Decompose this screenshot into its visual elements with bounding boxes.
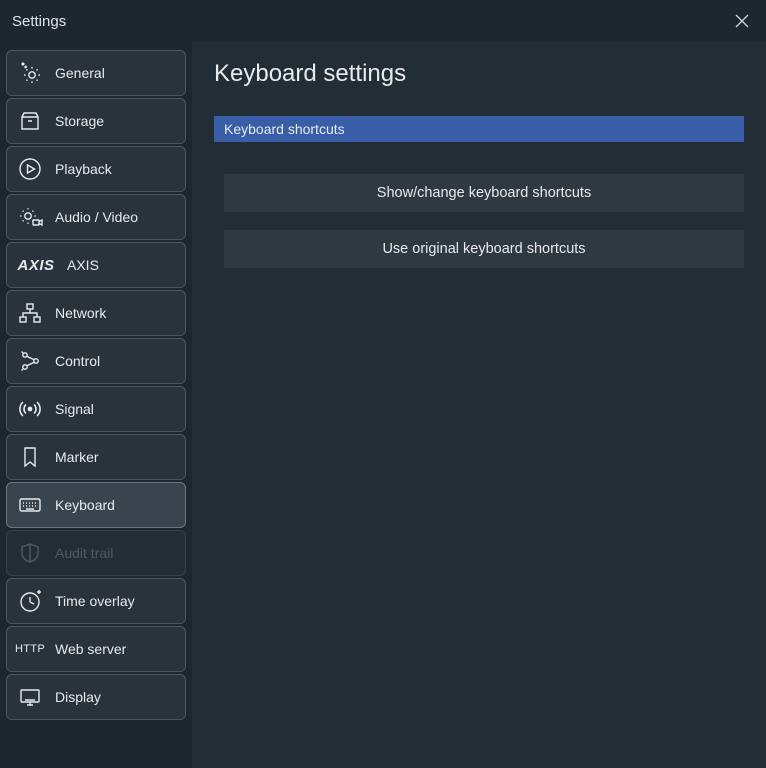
sidebar-item-audio-video[interactable]: Audio / Video — [6, 194, 186, 240]
close-icon — [735, 14, 749, 28]
sidebar-item-time-overlay[interactable]: Time overlay — [6, 578, 186, 624]
sidebar-item-web-server[interactable]: HTTP Web server — [6, 626, 186, 672]
window-title: Settings — [12, 13, 66, 30]
keyboard-icon — [15, 490, 45, 520]
sidebar-item-label: Audio / Video — [55, 209, 138, 225]
http-icon: HTTP — [15, 634, 45, 664]
sidebar-item-axis[interactable]: AXIS AXIS — [6, 242, 186, 288]
sidebar-item-marker[interactable]: Marker — [6, 434, 186, 480]
sidebar-item-playback[interactable]: Playback — [6, 146, 186, 192]
storage-box-icon — [15, 106, 45, 136]
gear-sparkle-icon — [15, 58, 45, 88]
sidebar-item-general[interactable]: General — [6, 50, 186, 96]
sidebar-item-storage[interactable]: Storage — [6, 98, 186, 144]
sidebar-item-label: Display — [55, 689, 101, 705]
bookmark-icon — [15, 442, 45, 472]
sidebar-item-label: Marker — [55, 449, 99, 465]
sidebar: General Storage Playback — [0, 42, 192, 768]
sidebar-item-audit-trail: Audit trail — [6, 530, 186, 576]
axis-logo-icon: AXIS — [15, 250, 57, 280]
sidebar-item-network[interactable]: Network — [6, 290, 186, 336]
sidebar-item-label: Storage — [55, 113, 104, 129]
sidebar-item-label: Signal — [55, 401, 94, 417]
signal-icon — [15, 394, 45, 424]
use-original-shortcuts-button[interactable]: Use original keyboard shortcuts — [224, 230, 744, 268]
content-panel: Keyboard settings Keyboard shortcuts Sho… — [192, 42, 766, 768]
sidebar-item-label: Keyboard — [55, 497, 115, 513]
http-text: HTTP — [15, 643, 45, 655]
sidebar-item-keyboard[interactable]: Keyboard — [6, 482, 186, 528]
control-nodes-icon — [15, 346, 45, 376]
sidebar-item-label: Web server — [55, 641, 126, 657]
play-icon — [15, 154, 45, 184]
sidebar-item-label: Time overlay — [55, 593, 135, 609]
show-change-shortcuts-button[interactable]: Show/change keyboard shortcuts — [224, 174, 744, 212]
close-button[interactable] — [730, 9, 754, 33]
sidebar-item-display[interactable]: Display — [6, 674, 186, 720]
sidebar-item-label: General — [55, 65, 105, 81]
titlebar: Settings — [0, 0, 766, 42]
page-title: Keyboard settings — [214, 60, 744, 88]
sidebar-item-label: Control — [55, 353, 100, 369]
sidebar-item-label: AXIS — [67, 257, 99, 273]
gear-camera-icon — [15, 202, 45, 232]
sidebar-item-label: Audit trail — [55, 545, 113, 561]
sidebar-item-label: Network — [55, 305, 106, 321]
display-icon — [15, 682, 45, 712]
sidebar-item-label: Playback — [55, 161, 112, 177]
sidebar-item-signal[interactable]: Signal — [6, 386, 186, 432]
section-header: Keyboard shortcuts — [214, 116, 744, 142]
sidebar-item-control[interactable]: Control — [6, 338, 186, 384]
shield-icon — [15, 538, 45, 568]
network-icon — [15, 298, 45, 328]
main-area: General Storage Playback — [0, 42, 766, 768]
clock-plus-icon — [15, 586, 45, 616]
